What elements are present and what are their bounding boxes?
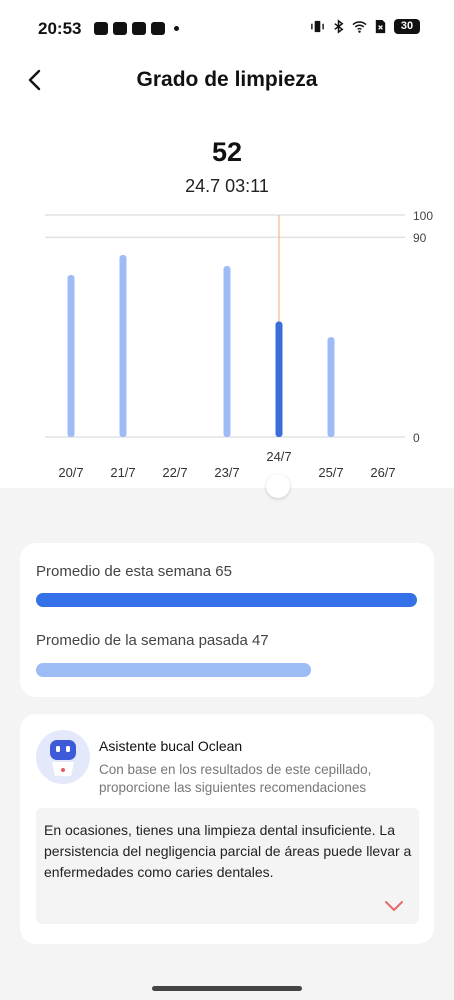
x-tick-label: 25/7 — [318, 465, 343, 480]
x-tick-label: 21/7 — [110, 465, 135, 480]
vibrate-icon — [311, 20, 324, 33]
this-week-average-label: Promedio de esta semana 65 — [36, 563, 232, 580]
cleanliness-chart[interactable]: 100 90 0 20/7 21/7 22/7 23/7 24/7 25/7 26/7 — [0, 200, 454, 490]
chart-bar[interactable] — [327, 337, 335, 437]
robot-icon — [50, 740, 76, 776]
assistant-card: Asistente bucal Oclean Con base en los r… — [20, 714, 434, 944]
notification-icons — [94, 22, 179, 35]
last-week-average-label: Promedio de la semana pasada 47 — [36, 632, 269, 649]
chart-bar-selected[interactable] — [275, 321, 283, 437]
status-time: 20:53 — [38, 19, 82, 38]
status-bar: 20:53 30 — [0, 0, 454, 60]
home-indicator[interactable] — [152, 986, 302, 991]
header: Grado de limpieza — [0, 60, 454, 100]
notification-app-icon — [94, 22, 108, 35]
last-week-average-bar — [36, 663, 312, 677]
x-tick-label: 20/7 — [58, 465, 83, 480]
no-sim-icon — [375, 19, 386, 34]
x-tick-label: 26/7 — [370, 465, 395, 480]
y-tick-label: 90 — [413, 231, 427, 245]
averages-card: Promedio de esta semana 65 Promedio de l… — [20, 543, 434, 697]
x-tick-label: 24/7 — [266, 449, 291, 464]
assistant-avatar — [36, 730, 90, 784]
youtube-icon — [113, 22, 127, 35]
battery-icon: 30 — [394, 19, 420, 34]
this-week-average-bar — [36, 593, 417, 607]
system-icons: 30 — [310, 19, 420, 34]
assistant-title: Asistente bucal Oclean — [99, 738, 243, 754]
chart-slider-handle[interactable] — [266, 474, 290, 498]
y-tick-label: 0 — [413, 431, 420, 445]
capcut-icon — [151, 22, 165, 35]
bluetooth-icon — [334, 19, 344, 34]
page-title: Grado de limpieza — [136, 68, 318, 91]
more-notifications-dot-icon — [174, 26, 179, 31]
capcut-icon — [132, 22, 146, 35]
x-tick-label: 23/7 — [214, 465, 239, 480]
chart-bar[interactable] — [223, 266, 231, 437]
selected-datetime: 24.7 03:11 — [185, 176, 269, 196]
x-tick-label: 22/7 — [162, 465, 187, 480]
selected-score: 52 — [211, 137, 243, 167]
chart-bar[interactable] — [67, 274, 75, 437]
assistant-subtitle: Con base en los resultados de este cepil… — [99, 762, 372, 795]
wifi-icon — [352, 21, 367, 33]
chevron-down-icon[interactable] — [383, 896, 405, 916]
y-tick-label: 100 — [413, 209, 433, 223]
advice-text: En ocasiones, tienes una limpieza dental… — [44, 822, 412, 880]
chart-bar[interactable] — [119, 254, 127, 437]
advice-box: En ocasiones, tienes una limpieza dental… — [36, 808, 419, 924]
